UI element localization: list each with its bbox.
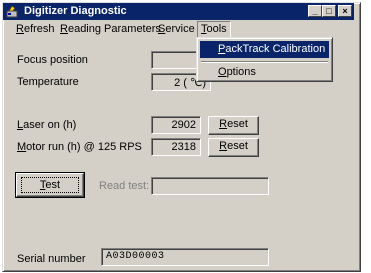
- serial-number-value: A03D00003: [101, 248, 269, 266]
- minimize-button[interactable]: _: [308, 5, 322, 17]
- menu-item-options[interactable]: Options: [200, 64, 329, 81]
- read-test-label: Read test:: [99, 180, 150, 192]
- motor-run-value: 2318: [151, 138, 201, 156]
- focus-position-label: Focus position: [17, 54, 88, 66]
- app-icon: [6, 5, 18, 18]
- window-title: Digitizer Diagnostic: [24, 5, 127, 17]
- temperature-label: Temperature: [17, 76, 79, 88]
- laser-reset-button[interactable]: Reset: [208, 116, 259, 135]
- laser-on-value: 2902: [151, 116, 201, 134]
- read-test-value: [151, 177, 269, 195]
- menu-service[interactable]: Service: [155, 23, 198, 35]
- tools-dropdown-menu: PackTrack Calibration Options: [196, 37, 333, 82]
- serial-number-label: Serial number: [17, 253, 86, 265]
- close-button[interactable]: ×: [338, 5, 352, 17]
- motor-run-label: Motor run (h) @ 125 RPS: [17, 141, 142, 153]
- menu-item-packtrack-calibration[interactable]: PackTrack Calibration: [200, 41, 329, 58]
- menu-reading-parameters[interactable]: Reading Parameters: [57, 23, 164, 35]
- menu-refresh[interactable]: Refresh: [13, 23, 58, 35]
- laser-on-label: Laser on (h): [17, 119, 77, 131]
- motor-reset-button[interactable]: Reset: [208, 138, 259, 157]
- menu-bar: Refresh Reading Parameters Service Tools: [3, 21, 354, 39]
- test-button[interactable]: Test: [15, 172, 85, 198]
- title-bar[interactable]: Digitizer Diagnostic _ □ ×: [3, 3, 354, 20]
- maximize-button[interactable]: □: [322, 5, 336, 17]
- menu-separator: [201, 61, 328, 63]
